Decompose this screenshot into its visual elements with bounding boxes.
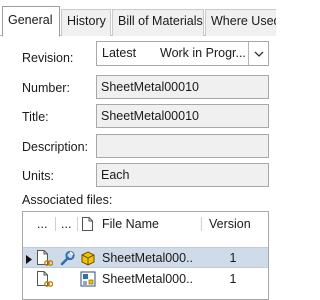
document-icon [82, 217, 93, 234]
number-field: SheetMetal00010 [96, 75, 269, 99]
column-header-1[interactable]: ... [37, 217, 47, 231]
associated-files-label: Associated files: [22, 193, 113, 207]
tab-general[interactable]: General [2, 6, 60, 37]
description-field [96, 134, 269, 158]
tab-bill-of-materials[interactable]: Bill of Materials [112, 9, 204, 36]
file-version: 1 [229, 251, 237, 265]
file-name: SheetMetal000... [102, 251, 194, 265]
revision-value: Latest [102, 46, 137, 60]
revision-label: Revision: [22, 51, 74, 65]
column-header-2[interactable]: ... [61, 217, 71, 231]
column-divider[interactable] [201, 217, 202, 231]
table-row[interactable]: SheetMetal000... 1 [23, 247, 268, 268]
number-label: Number: [22, 81, 70, 95]
chevron-down-icon[interactable] [248, 42, 268, 65]
column-header-file-name[interactable]: File Name [102, 217, 159, 231]
column-divider[interactable] [55, 217, 56, 231]
revision-select[interactable]: Latest Work in Progr... [96, 41, 269, 66]
grid-header: ... ... File Name Version [23, 212, 268, 237]
table-row[interactable]: SheetMetal000... 1 [23, 269, 268, 290]
revision-state: Work in Progr... [160, 46, 245, 60]
tab-strip: General History Bill of Materials Where … [0, 0, 276, 37]
file-name: SheetMetal000... [102, 272, 194, 286]
units-label: Units: [22, 169, 54, 183]
title-field: SheetMetal00010 [96, 104, 269, 128]
title-label: Title: [22, 110, 49, 124]
linked-document-icon [37, 271, 54, 291]
units-field: Each [96, 163, 269, 187]
description-label: Description: [22, 140, 88, 154]
column-header-version[interactable]: Version [209, 217, 251, 231]
column-divider[interactable] [77, 217, 78, 231]
drawing-sheet-icon [80, 271, 96, 290]
general-panel: Revision: Latest Work in Progr... Number… [0, 36, 276, 300]
tab-history[interactable]: History [61, 9, 111, 36]
part-cube-icon [80, 250, 96, 269]
associated-files-grid[interactable]: ... ... File Name Version SheetMetal000.… [22, 211, 269, 300]
row-pointer-icon [26, 253, 32, 267]
linked-document-icon [37, 250, 54, 270]
file-version: 1 [229, 272, 237, 286]
tab-where-used[interactable]: Where Used [205, 9, 276, 36]
wrench-icon [60, 250, 75, 269]
